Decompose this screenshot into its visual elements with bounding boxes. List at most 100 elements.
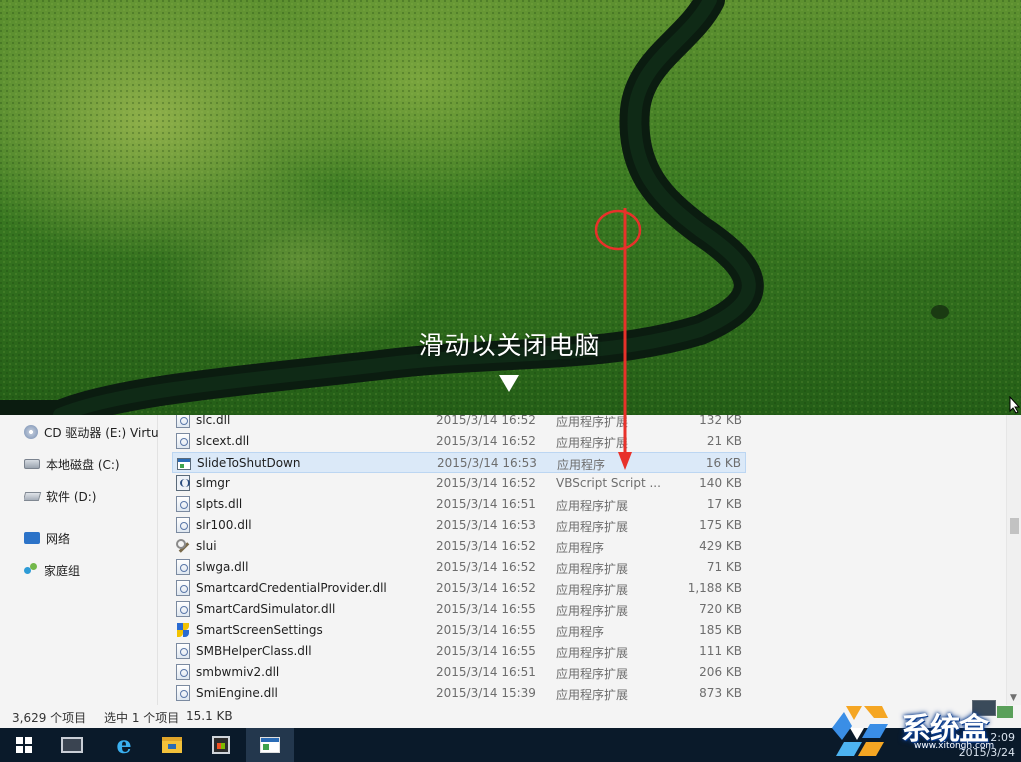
app-window-icon [260,737,280,753]
file-type: VBScript Script ... [556,476,661,490]
selected-size: 15.1 KB [186,709,233,723]
file-type: 应用程序扩展 [556,604,629,618]
file-type: 应用程序 [556,541,605,555]
file-type: 应用程序 [557,458,606,472]
file-date: 2015/3/14 16:55 [436,623,536,637]
file-date: 2015/3/14 16:55 [436,644,536,658]
item-count: 3,629 个项目 [12,711,87,725]
file-size: 206 KB [699,665,742,679]
file-date: 2015/3/14 16:51 [436,497,536,511]
file-type: 应用程序扩展 [556,688,629,702]
file-name: slwga.dll [196,560,249,574]
windows-logo-icon [16,737,32,753]
dll-file-icon [176,517,190,533]
dll-file-icon [176,433,190,449]
selected-count: 选中 1 个项目 [104,711,180,725]
table-row[interactable]: SMBHelperClass.dll 2015/3/14 16:55 应用程序扩展 1… [172,641,746,662]
shield-icon [176,622,190,638]
watermark-url: www.xitongh.com [914,741,995,751]
table-row-selected[interactable]: SlideToShutDown 2015/3/14 16:53 应用程序 16 KB [172,452,746,473]
file-name: smbwmiv2.dll [196,665,280,679]
file-name: SmartScreenSettings [196,623,323,637]
nav-item-label: 本地磁盘 (C:) [46,457,120,472]
table-row[interactable]: SmartScreenSettings 2015/3/14 16:55 应用程序 18… [172,620,746,641]
file-size: 111 KB [699,644,742,658]
file-size: 185 KB [699,623,742,637]
cd-drive-icon [24,425,38,439]
vertical-scrollbar[interactable]: ▼ [1006,410,1021,705]
nav-item-label: 家庭组 [44,563,81,578]
file-size: 873 KB [699,686,742,700]
file-name: slcext.dll [196,434,250,448]
file-date: 2015/3/14 15:39 [436,686,536,700]
file-date: 2015/3/14 16:55 [436,602,536,616]
nav-item-label: 网络 [46,531,71,546]
file-type: 应用程序扩展 [556,646,629,660]
store-icon [212,736,230,754]
dll-file-icon [176,685,190,701]
file-size: 17 KB [706,497,742,511]
hard-disk-icon [24,459,40,469]
file-name: slmgr [196,476,230,490]
table-row[interactable]: slcext.dll 2015/3/14 16:52 应用程序扩展 21 KB [172,431,746,452]
table-row[interactable]: smbwmiv2.dll 2015/3/14 16:51 应用程序扩展 206 KB [172,662,746,683]
table-row[interactable]: SmiEngine.dll 2015/3/14 15:39 应用程序扩展 873 KB [172,683,746,704]
nav-item-homegroup[interactable]: 家庭组 [24,559,158,581]
file-size: 1,188 KB [687,581,742,595]
nav-item-network[interactable]: 网络 [24,527,158,549]
nav-item-local-disk-c[interactable]: 本地磁盘 (C:) [24,453,158,475]
file-name: SMBHelperClass.dll [196,644,312,658]
nav-item-label: 软件 (D:) [46,489,97,504]
task-view-button[interactable] [48,728,96,762]
table-row[interactable]: slui 2015/3/14 16:52 应用程序 429 KB [172,536,746,557]
table-row[interactable]: SmartcardCredentialProvider.dll 2015/3/14… [172,578,746,599]
dll-file-icon [176,643,190,659]
store-button[interactable] [197,728,245,762]
table-row[interactable]: slr100.dll 2015/3/14 16:53 应用程序扩展 175 KB [172,515,746,536]
homegroup-icon [24,563,38,577]
file-type: 应用程序扩展 [556,436,629,450]
file-date: 2015/3/14 16:52 [436,434,536,448]
file-type: 应用程序扩展 [556,499,629,513]
task-view-icon [61,737,83,753]
table-row[interactable]: SmartCardSimulator.dll 2015/3/14 16:55 应用程… [172,599,746,620]
file-date: 2015/3/14 16:52 [436,413,536,427]
internet-explorer-button[interactable]: e [100,728,148,762]
file-date: 2015/3/14 16:52 [436,560,536,574]
file-size: 21 KB [706,434,742,448]
file-size: 16 KB [705,456,741,470]
file-size: 140 KB [699,476,742,490]
file-size: 132 KB [699,413,742,427]
nav-item-software-d[interactable]: 软件 (D:) [24,485,158,507]
table-row[interactable]: slwga.dll 2015/3/14 16:52 应用程序扩展 71 KB [172,557,746,578]
navigation-pane: CD 驱动器 (E:) Virtu 本地磁盘 (C:) 软件 (D:) 网络 家… [0,410,158,705]
scrollbar-thumb[interactable] [1010,518,1019,534]
file-date: 2015/3/14 16:51 [436,665,536,679]
file-list: slc.dll 2015/3/14 16:52 应用程序扩展 132 KB slcext… [158,410,1008,705]
nav-item-cd-drive[interactable]: CD 驱动器 (E:) Virtu [24,421,158,443]
file-date: 2015/3/14 16:52 [436,539,536,553]
down-triangle-icon [499,375,519,392]
table-row[interactable]: slmgr 2015/3/14 16:52 VBScript Script ... 1… [172,473,746,494]
watermark-logo-icon [832,706,888,756]
mouse-cursor-icon [1009,396,1021,414]
file-name: SmartcardCredentialProvider.dll [196,581,387,595]
file-explorer-button[interactable] [148,728,196,762]
file-name: SmiEngine.dll [196,686,278,700]
file-size: 720 KB [699,602,742,616]
slide-to-shutdown-overlay[interactable]: 滑动以关闭电脑 [0,0,1021,415]
file-size: 175 KB [699,518,742,532]
slide-to-shutdown-taskbar-button[interactable] [246,728,294,762]
file-name: slc.dll [196,413,231,427]
file-type: 应用程序扩展 [556,583,629,597]
start-button[interactable] [0,728,48,762]
file-name: slui [196,539,217,553]
table-row[interactable]: slpts.dll 2015/3/14 16:51 应用程序扩展 17 KB [172,494,746,515]
network-icon [24,532,40,544]
drive-icon [24,491,42,501]
file-type: 应用程序扩展 [556,562,629,576]
file-type: 应用程序扩展 [556,667,629,681]
vbscript-icon [176,475,190,491]
file-name: slpts.dll [196,497,243,511]
file-name: slr100.dll [196,518,252,532]
